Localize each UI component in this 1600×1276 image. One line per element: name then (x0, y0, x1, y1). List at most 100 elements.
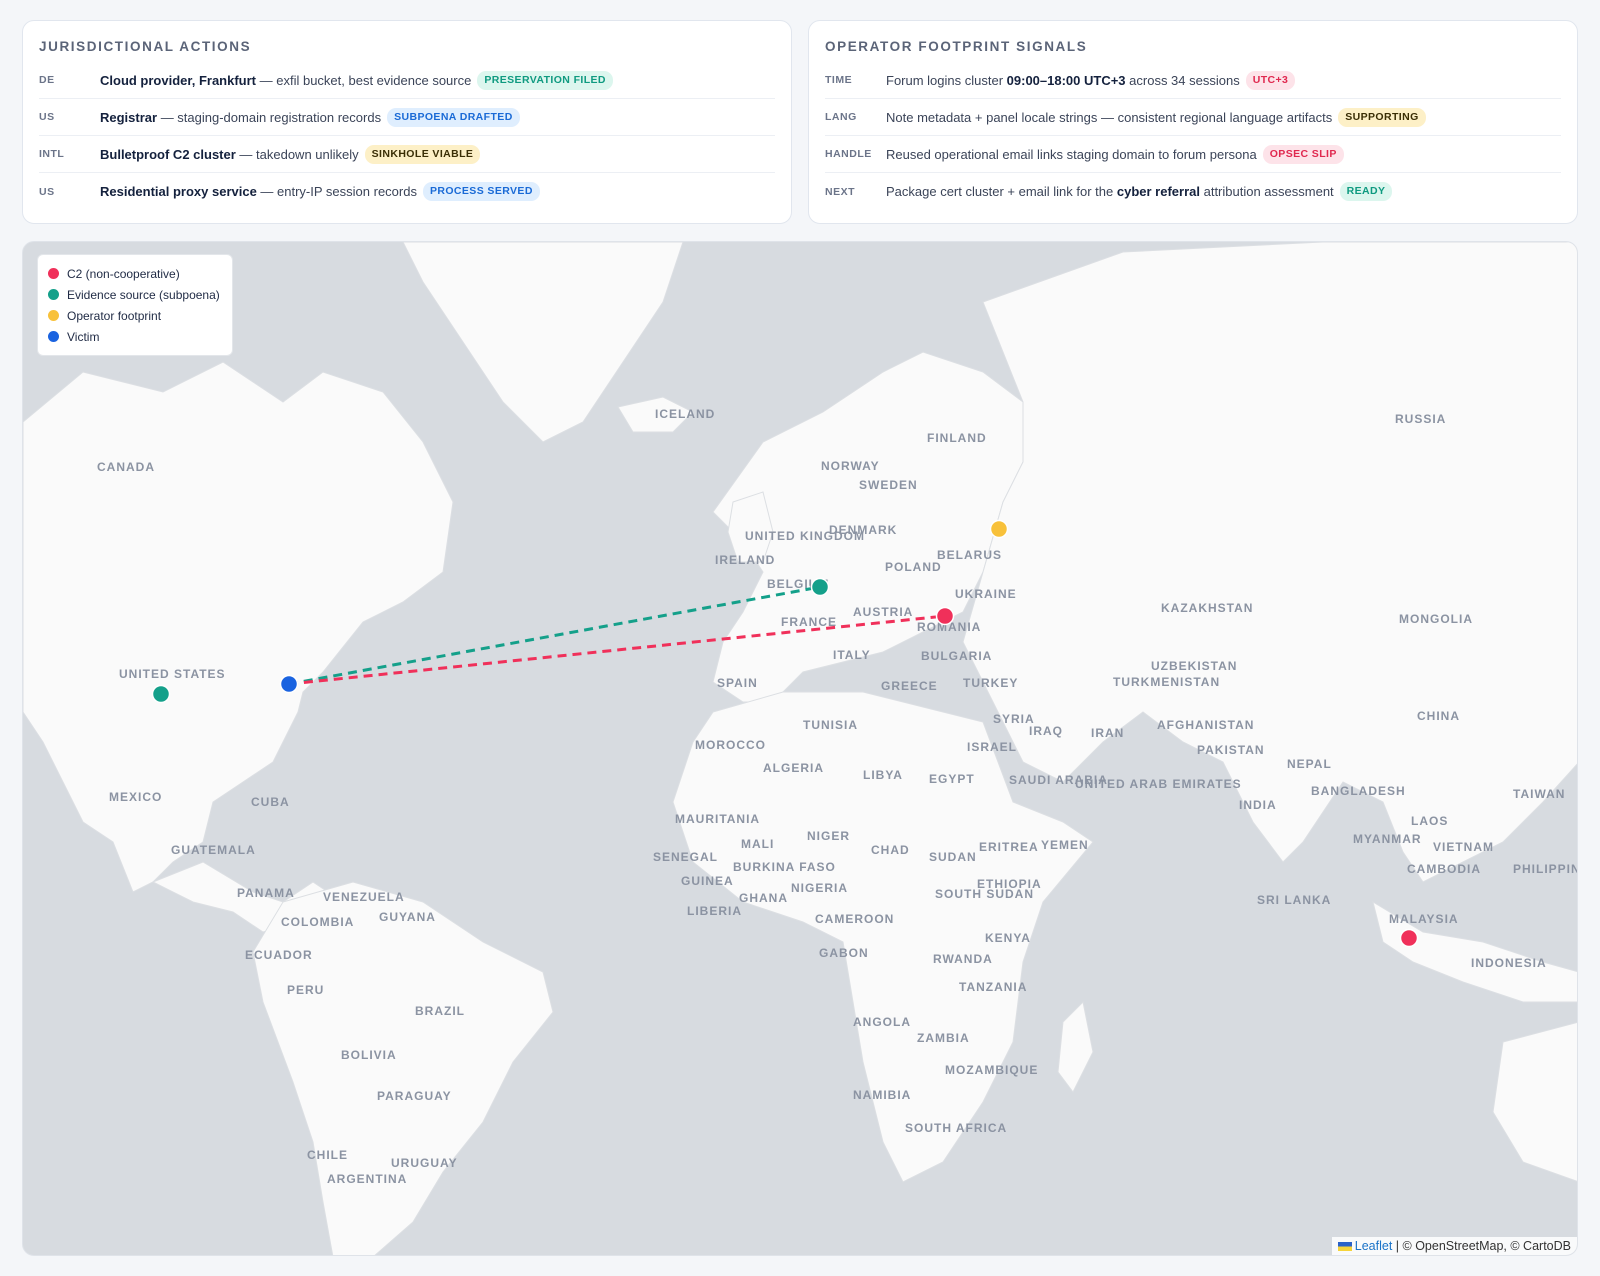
map-label: SENEGAL (653, 850, 718, 864)
map-label: VIETNAM (1433, 840, 1494, 854)
signal-code: LANG (825, 111, 857, 123)
south-america-landmass (252, 881, 554, 1255)
attribution-text: | © OpenStreetMap, © CartoDB (1392, 1239, 1571, 1253)
footprint-row: TIME Forum logins cluster 09:00–18:00 UTC… (825, 62, 1561, 99)
c2-malaysia-marker[interactable] (1399, 928, 1419, 948)
jurisdiction-code: INTL (39, 148, 65, 160)
evidence-source-frankfurt-marker[interactable] (810, 577, 830, 597)
map-label: RUSSIA (1395, 412, 1446, 426)
map-label: TURKEY (963, 676, 1018, 690)
map-label: UNITED STATES (119, 667, 226, 681)
map-label: ARGENTINA (327, 1172, 407, 1186)
map-label: PERU (287, 983, 324, 997)
signal-text-emphasis: cyber referral (1116, 184, 1200, 199)
action-status-badge: PROCESS SERVED (422, 182, 540, 201)
map-label: MEXICO (109, 790, 162, 804)
map-label: ICELAND (655, 407, 715, 421)
leaflet-link[interactable]: Leaflet (1355, 1239, 1393, 1253)
signal-status-badge: UTC+3 (1245, 70, 1296, 90)
action-detail: — exfil bucket, best evidence source (256, 72, 472, 88)
signal-status-badge: OPSEC SLIP (1262, 144, 1344, 164)
jurisdictional-actions-title: JURISDICTIONAL ACTIONS (39, 39, 252, 54)
map-label: CHINA (1417, 709, 1460, 723)
map-label: SOUTH SUDAN (935, 887, 1034, 901)
footprint-row: LANG Note metadata + panel locale strings… (825, 99, 1561, 136)
legend-label: Operator footprint (67, 308, 162, 323)
map-label: VENEZUELA (323, 890, 405, 904)
map-label: GUATEMALA (171, 843, 256, 857)
map-label: SOUTH AFRICA (905, 1121, 1007, 1135)
footprint-row: NEXT Package cert cluster + email link fo… (825, 173, 1561, 210)
north-america-landmass (23, 361, 454, 893)
jurisdiction-row: DE Cloud provider, Frankfurt — exfil buck… (39, 62, 775, 99)
map-label: AFGHANISTAN (1157, 718, 1254, 732)
map-attribution: Leaflet | © OpenStreetMap, © CartoDB (1331, 1237, 1577, 1255)
signal-text-post: attribution assessment (1199, 184, 1334, 199)
map-label: UNITED ARAB EMIRATES (1075, 777, 1242, 791)
jurisdictional-actions-panel: JURISDICTIONAL ACTIONS DE Cloud provider,… (22, 20, 792, 224)
world-map[interactable]: ICELAND RUSSIA FINLAND CANADA NORWAY SWEDEN UN… (22, 241, 1578, 1256)
jurisdiction-row: INTL Bulletproof C2 cluster — takedown un… (39, 136, 775, 173)
map-label: CAMBODIA (1407, 862, 1481, 876)
map-label: ITALY (833, 648, 871, 662)
map-label: PARAGUAY (377, 1089, 452, 1103)
map-label: POLAND (885, 560, 942, 574)
map-label: GHANA (739, 891, 788, 905)
map-label: SWEDEN (859, 478, 918, 492)
action-detail: — entry-IP session records (256, 184, 417, 199)
map-label: RWANDA (933, 952, 993, 966)
map-label: CHAD (871, 843, 910, 857)
map-label: UKRAINE (955, 587, 1017, 601)
map-label: IRAN (1091, 726, 1124, 740)
map-label: COLOMBIA (281, 915, 354, 929)
map-label: MONGOLIA (1399, 612, 1473, 626)
operator-footprint-panel: OPERATOR FOOTPRINT SIGNALS TIME Forum log… (808, 20, 1578, 224)
map-label: INDONESIA (1471, 956, 1547, 970)
map-label: MOROCCO (695, 738, 766, 752)
c2-romania-marker[interactable] (935, 606, 955, 626)
action-status-badge: PRESERVATION FILED (477, 70, 613, 90)
legend-swatch (48, 331, 59, 342)
map-label: KENYA (985, 931, 1031, 945)
map-label: ISRAEL (967, 740, 1017, 754)
map-label: IRAQ (1029, 724, 1063, 738)
madagascar-landmass (1057, 1000, 1094, 1093)
map-label: ERITREA (979, 840, 1039, 854)
map-label: NIGERIA (791, 881, 848, 895)
evidence-source-us-marker[interactable] (151, 684, 171, 704)
legend-item: Operator footprint (48, 305, 222, 326)
map-label: BOLIVIA (341, 1048, 397, 1062)
map-label: LIBYA (863, 768, 903, 782)
australia-landmass (1492, 1022, 1577, 1182)
map-label: CANADA (97, 460, 155, 474)
map-label: MALAYSIA (1389, 912, 1459, 926)
map-label: TUNISIA (803, 718, 858, 732)
signal-text-pre: Reused operational email links staging d… (886, 146, 1257, 162)
map-basemap: ICELAND RUSSIA FINLAND CANADA NORWAY SWEDEN UN… (23, 242, 1577, 1255)
victim-marker[interactable] (279, 674, 299, 694)
legend-swatch (48, 310, 59, 321)
map-label: MYANMAR (1353, 832, 1422, 846)
map-label: ANGOLA (853, 1015, 911, 1029)
map-label: INDIA (1239, 798, 1277, 812)
action-detail: — staging-domain registration records (157, 109, 382, 125)
map-label: CAMEROON (815, 912, 894, 926)
map-label: URUGUAY (391, 1156, 458, 1170)
map-label: GABON (819, 946, 869, 960)
map-label: SRI LANKA (1257, 893, 1331, 907)
map-label: NAMIBIA (853, 1088, 911, 1102)
map-label: PANAMA (237, 886, 295, 900)
map-label: NORWAY (821, 459, 880, 473)
ukraine-flag-icon (1337, 1242, 1352, 1252)
map-label: FINLAND (927, 431, 987, 445)
map-label: GUYANA (379, 910, 436, 924)
operator-footprint-marker[interactable] (989, 519, 1009, 539)
map-legend: C2 (non-cooperative) Evidence source (sub… (37, 254, 233, 356)
map-label: EGYPT (929, 772, 975, 786)
operator-footprint-list: TIME Forum logins cluster 09:00–18:00 UTC… (825, 62, 1561, 210)
footprint-row: HANDLE Reused operational email links sta… (825, 136, 1561, 173)
signal-text-pre: Note metadata + panel locale strings — c… (886, 109, 1333, 125)
map-label: ALGERIA (763, 761, 824, 775)
action-target: Residential proxy service (100, 184, 257, 199)
action-target: Registrar (100, 109, 158, 125)
